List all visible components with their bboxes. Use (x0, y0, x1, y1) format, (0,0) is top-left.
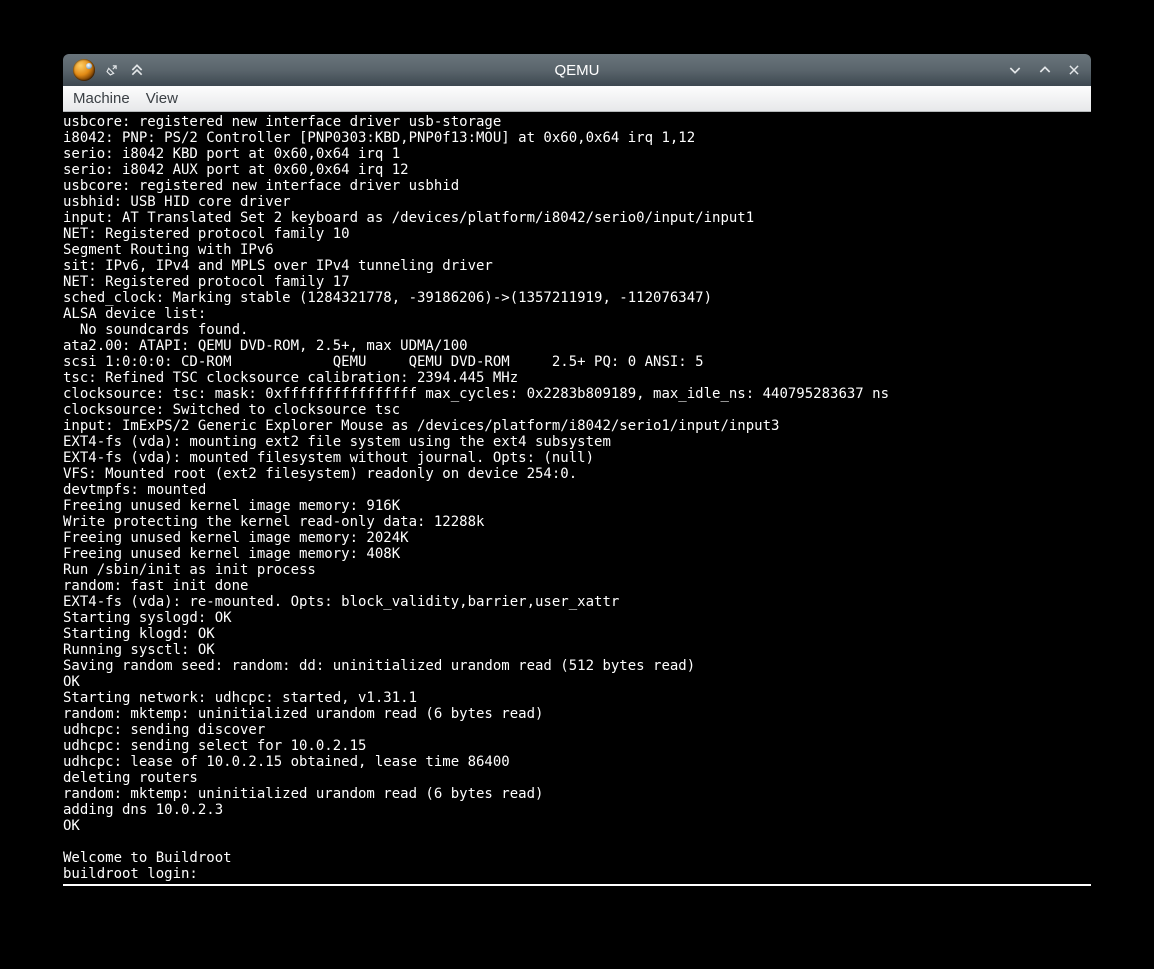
menu-machine[interactable]: Machine (69, 89, 134, 108)
terminal-line: Run /sbin/init as init process (63, 562, 1091, 578)
terminal-line: Starting klogd: OK (63, 626, 1091, 642)
terminal-line: input: ImExPS/2 Generic Explorer Mouse a… (63, 418, 1091, 434)
terminal-line: ALSA device list: (63, 306, 1091, 322)
terminal-line: Freeing unused kernel image memory: 408K (63, 546, 1091, 562)
menubar: Machine View (63, 86, 1091, 112)
terminal-line: Starting syslogd: OK (63, 610, 1091, 626)
terminal-line: udhcpc: sending discover (63, 722, 1091, 738)
terminal-line: No soundcards found. (63, 322, 1091, 338)
terminal-line: EXT4-fs (vda): re-mounted. Opts: block_v… (63, 594, 1091, 610)
terminal-line: VFS: Mounted root (ext2 filesystem) read… (63, 466, 1091, 482)
terminal-line: udhcpc: sending select for 10.0.2.15 (63, 738, 1091, 754)
terminal-line: Running sysctl: OK (63, 642, 1091, 658)
terminal-line: serio: i8042 KBD port at 0x60,0x64 irq 1 (63, 146, 1091, 162)
terminal-line: deleting routers (63, 770, 1091, 786)
terminal-line (63, 834, 1091, 850)
terminal-line: tsc: Refined TSC clocksource calibration… (63, 370, 1091, 386)
terminal-line: Segment Routing with IPv6 (63, 242, 1091, 258)
terminal-line: NET: Registered protocol family 17 (63, 274, 1091, 290)
terminal-line: Write protecting the kernel read-only da… (63, 514, 1091, 530)
terminal-line: random: mktemp: uninitialized urandom re… (63, 706, 1091, 722)
terminal-line: scsi 1:0:0:0: CD-ROM QEMU QEMU DVD-ROM 2… (63, 354, 1091, 370)
terminal-line: OK (63, 818, 1091, 834)
window-title: QEMU (63, 62, 1091, 79)
terminal-line: EXT4-fs (vda): mounting ext2 file system… (63, 434, 1091, 450)
pin-icon[interactable] (105, 63, 119, 77)
terminal-cursor-rule (63, 884, 1091, 886)
terminal-line: sched_clock: Marking stable (1284321778,… (63, 290, 1091, 306)
terminal-line: usbcore: registered new interface driver… (63, 178, 1091, 194)
terminal-line: buildroot login: (63, 866, 1091, 882)
terminal-line: Saving random seed: random: dd: uninitia… (63, 658, 1091, 674)
terminal-line: usbhid: USB HID core driver (63, 194, 1091, 210)
titlebar-right (1007, 62, 1081, 78)
terminal-line: Welcome to Buildroot (63, 850, 1091, 866)
terminal-line: i8042: PNP: PS/2 Controller [PNP0303:KBD… (63, 130, 1091, 146)
terminal-line: OK (63, 674, 1091, 690)
terminal-line: NET: Registered protocol family 10 (63, 226, 1091, 242)
minimize-icon[interactable] (1007, 62, 1023, 78)
terminal-line: serio: i8042 AUX port at 0x60,0x64 irq 1… (63, 162, 1091, 178)
maximize-icon[interactable] (1037, 62, 1053, 78)
terminal-line: clocksource: Switched to clocksource tsc (63, 402, 1091, 418)
terminal-line: sit: IPv6, IPv4 and MPLS over IPv4 tunne… (63, 258, 1091, 274)
terminal-line: clocksource: tsc: mask: 0xffffffffffffff… (63, 386, 1091, 402)
terminal-line: adding dns 10.0.2.3 (63, 802, 1091, 818)
terminal-line: input: AT Translated Set 2 keyboard as /… (63, 210, 1091, 226)
terminal-line: udhcpc: lease of 10.0.2.15 obtained, lea… (63, 754, 1091, 770)
terminal-line: ata2.00: ATAPI: QEMU DVD-ROM, 2.5+, max … (63, 338, 1091, 354)
titlebar[interactable]: QEMU (63, 54, 1091, 86)
terminal-line: Freeing unused kernel image memory: 916K (63, 498, 1091, 514)
chevron-double-up-icon[interactable] (129, 62, 145, 78)
menu-view[interactable]: View (142, 89, 182, 108)
terminal-line: usbcore: registered new interface driver… (63, 114, 1091, 130)
terminal-line: devtmpfs: mounted (63, 482, 1091, 498)
terminal-output[interactable]: usbcore: registered new interface driver… (63, 112, 1091, 886)
terminal-line: EXT4-fs (vda): mounted filesystem withou… (63, 450, 1091, 466)
close-icon[interactable] (1067, 63, 1081, 77)
terminal-line: random: mktemp: uninitialized urandom re… (63, 786, 1091, 802)
terminal-line: random: fast init done (63, 578, 1091, 594)
qemu-window: QEMU Machine View usbcore: re (63, 54, 1091, 886)
terminal-line: Freeing unused kernel image memory: 2024… (63, 530, 1091, 546)
qemu-app-icon (73, 59, 95, 81)
terminal-line: Starting network: udhcpc: started, v1.31… (63, 690, 1091, 706)
titlebar-left (73, 59, 145, 81)
